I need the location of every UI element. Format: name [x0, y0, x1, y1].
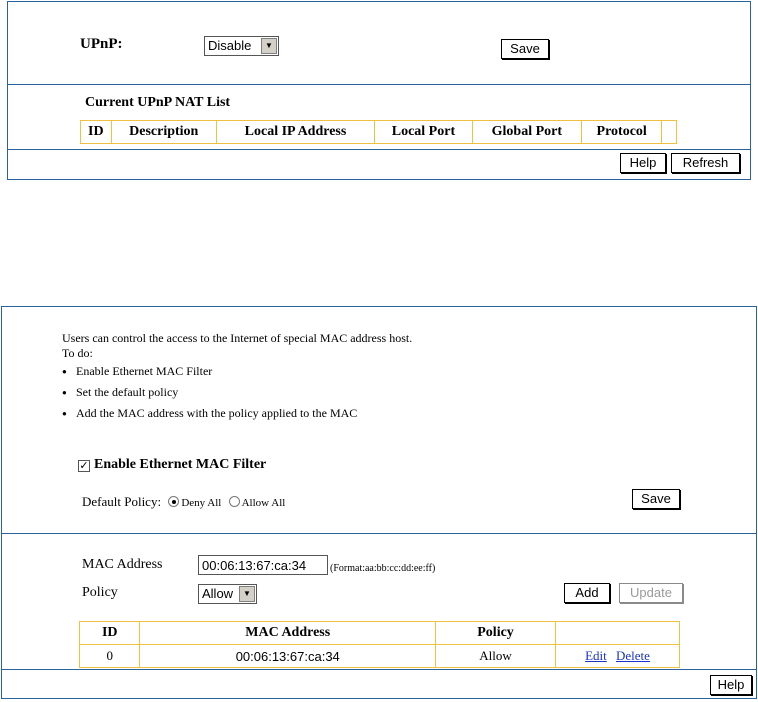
divider	[8, 149, 750, 150]
col-local-port: Local Port	[374, 120, 473, 144]
step-item: Set the default policy	[62, 385, 178, 400]
allow-all-label: Allow All	[241, 497, 286, 509]
enable-mac-filter-checkbox[interactable]: ✓	[78, 460, 90, 472]
default-policy-row: Default Policy: Deny All Allow All	[82, 494, 285, 510]
mac-address-label: MAC Address	[82, 557, 163, 572]
policy-select[interactable]: Allow ▼	[198, 584, 257, 604]
upnp-label: UPnP:	[80, 36, 123, 52]
row-actions: Edit Delete	[555, 644, 680, 668]
col-actions	[555, 621, 680, 645]
mac-save-button[interactable]: Save	[632, 489, 680, 509]
policy-label: Policy	[82, 585, 118, 600]
col-protocol: Protocol	[581, 120, 663, 144]
chevron-down-icon[interactable]: ▼	[239, 586, 255, 602]
col-id: ID	[78, 621, 141, 645]
deny-all-radio[interactable]	[168, 496, 180, 507]
col-mac-address: MAC Address	[139, 621, 437, 645]
delete-link[interactable]: Delete	[616, 648, 650, 663]
step-item: Add the MAC address with the policy appl…	[62, 406, 357, 421]
step-item: Enable Ethernet MAC Filter	[62, 364, 212, 379]
todo-text: To do:	[62, 346, 93, 360]
update-button[interactable]: Update	[619, 583, 683, 603]
col-spacer	[661, 120, 677, 144]
upnp-help-button[interactable]: Help	[620, 153, 666, 173]
mac-list-table: ID MAC Address Policy 0 00:06:13:67:ca:3…	[78, 621, 680, 668]
mac-address-input[interactable]	[198, 555, 328, 575]
edit-link[interactable]: Edit	[585, 648, 607, 663]
col-local-ip: Local IP Address	[215, 120, 376, 144]
mac-help-button[interactable]: Help	[710, 675, 752, 695]
upnp-select-value: Disable	[208, 38, 252, 53]
refresh-button[interactable]: Refresh	[671, 153, 740, 173]
col-global-port: Global Port	[471, 120, 583, 144]
allow-all-radio[interactable]	[228, 496, 240, 507]
table-row: 0 00:06:13:67:ca:34 Allow Edit Delete	[78, 644, 680, 668]
intro-text: Users can control the access to the Inte…	[62, 331, 413, 345]
col-id: ID	[80, 120, 112, 144]
table-header-row: ID Description Local IP Address Local Po…	[80, 120, 677, 144]
divider	[2, 669, 756, 670]
enable-mac-filter-label: Enable Ethernet MAC Filter	[94, 457, 267, 472]
col-policy: Policy	[435, 621, 557, 645]
row-mac: 00:06:13:67:ca:34	[139, 644, 437, 668]
mac-filter-panel: Users can control the access to the Inte…	[1, 306, 757, 699]
chevron-down-icon[interactable]: ▼	[261, 38, 277, 54]
nat-list-table: ID Description Local IP Address Local Po…	[80, 120, 677, 144]
row-id: 0	[78, 644, 141, 668]
divider	[8, 84, 750, 85]
row-policy: Allow	[435, 644, 557, 668]
col-description: Description	[110, 120, 217, 144]
policy-select-value: Allow	[202, 586, 234, 601]
default-policy-label: Default Policy:	[82, 494, 162, 509]
add-button[interactable]: Add	[564, 583, 610, 603]
upnp-save-button[interactable]: Save	[501, 39, 549, 59]
upnp-panel: UPnP: Disable ▼ Save Current UPnP NAT Li…	[7, 1, 751, 180]
mac-format-hint: (Format:aa:bb:cc:dd:ee:ff)	[330, 563, 436, 574]
upnp-select[interactable]: Disable ▼	[204, 36, 279, 56]
nat-list-title: Current UPnP NAT List	[85, 95, 231, 110]
divider	[2, 533, 756, 534]
deny-all-label: Deny All	[181, 497, 222, 509]
table-header-row: ID MAC Address Policy	[78, 621, 680, 645]
enable-mac-filter-row[interactable]: ✓ Enable Ethernet MAC Filter	[78, 457, 266, 473]
